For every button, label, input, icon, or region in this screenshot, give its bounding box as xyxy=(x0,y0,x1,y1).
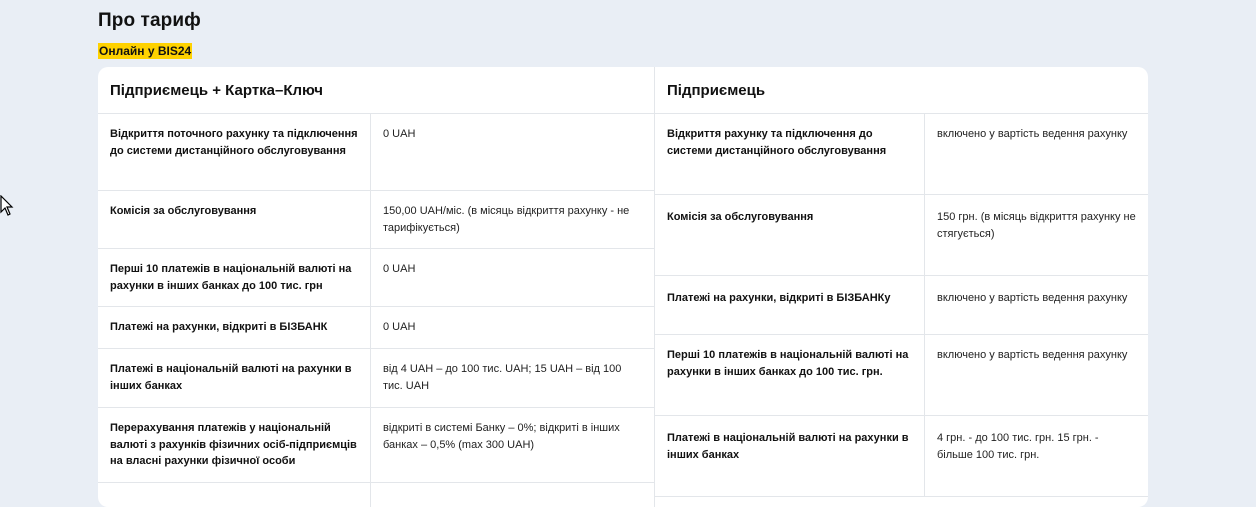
row-label: Перші 10 платежів в національній валюті … xyxy=(98,249,371,306)
row-label: Відкриття поточного рахунку та підключен… xyxy=(98,114,371,190)
row-value: 0 UAH xyxy=(383,263,416,275)
row-value: від 4 UAH – до 100 тис. UAH; 15 UAH – ві… xyxy=(383,363,622,392)
row-label: Комісія за обслуговування xyxy=(98,191,371,248)
row-value: 4 грн. - до 100 тис. грн. 15 грн. - біль… xyxy=(937,432,1099,461)
table-row: Платежі в національній валюті на рахунки… xyxy=(98,349,654,408)
mouse-cursor-icon xyxy=(0,195,14,216)
table-row: Платежі на рахунки, відкриті в БІЗБАНКу … xyxy=(655,276,1148,335)
online-badge: Онлайн у BIS24 xyxy=(98,43,193,59)
row-value: 0 UAH xyxy=(383,321,416,333)
table-row: Платежі в національній валюті на рахунки… xyxy=(655,416,1148,497)
column-heading: Підприємець xyxy=(655,67,1148,114)
row-label: Перші 10 платежів в національній валюті … xyxy=(655,335,925,415)
row-label: Відкриття рахунку та підключення до сист… xyxy=(655,114,925,194)
tariff-card: Підприємець + Картка–Ключ Відкриття пото… xyxy=(98,67,1148,507)
table-row: Перші 10 платежів в національній валюті … xyxy=(655,335,1148,416)
page-title: Про тариф xyxy=(98,10,201,31)
table-row: Перерахування платежів у національній ва… xyxy=(98,408,654,483)
table-row: Відкриття поточного рахунку та підключен… xyxy=(98,114,654,191)
row-value: 0 UAH xyxy=(383,128,416,140)
column-heading: Підприємець + Картка–Ключ xyxy=(98,67,654,114)
row-label: Платежі в національній валюті на рахунки… xyxy=(655,416,925,496)
row-value xyxy=(371,483,654,507)
row-label: Перерахування платежів у національній ва… xyxy=(98,408,371,482)
row-value: включено у вартість ведення рахунку xyxy=(937,292,1128,304)
row-label: Платежі в національній валюті на рахунки… xyxy=(98,349,371,407)
row-value: 150 грн. (в місяць відкриття рахунку не … xyxy=(937,211,1136,240)
table-row: Комісія за обслуговування 150,00 UAH/міс… xyxy=(98,191,654,249)
table-row: Відкриття рахунку та підключення до сист… xyxy=(655,114,1148,195)
table-row: Комісія за обслуговування 150 грн. (в мі… xyxy=(655,195,1148,276)
row-label: Платежі на рахунки, відкриті в БІЗБАНКу xyxy=(655,276,925,334)
tariff-column-entrepreneur-card-key: Підприємець + Картка–Ключ Відкриття пото… xyxy=(98,67,655,507)
table-row: Перші 10 платежів в національній валюті … xyxy=(98,249,654,307)
table-row: Платежі на рахунки, відкриті в БІЗБАНК 0… xyxy=(98,307,654,349)
row-value: 150,00 UAH/міс. (в місяць відкриття раху… xyxy=(383,205,630,234)
row-value: включено у вартість ведення рахунку xyxy=(937,128,1128,140)
row-label: Платежі на рахунки, відкриті в БІЗБАНК xyxy=(98,307,371,348)
tariff-column-entrepreneur: Підприємець Відкриття рахунку та підключ… xyxy=(655,67,1148,507)
table-row xyxy=(98,483,654,507)
row-value: включено у вартість ведення рахунку xyxy=(937,349,1128,361)
row-value: відкриті в системі Банку – 0%; відкриті … xyxy=(383,422,620,451)
row-label: Комісія за обслуговування xyxy=(655,195,925,275)
row-label xyxy=(98,483,371,507)
